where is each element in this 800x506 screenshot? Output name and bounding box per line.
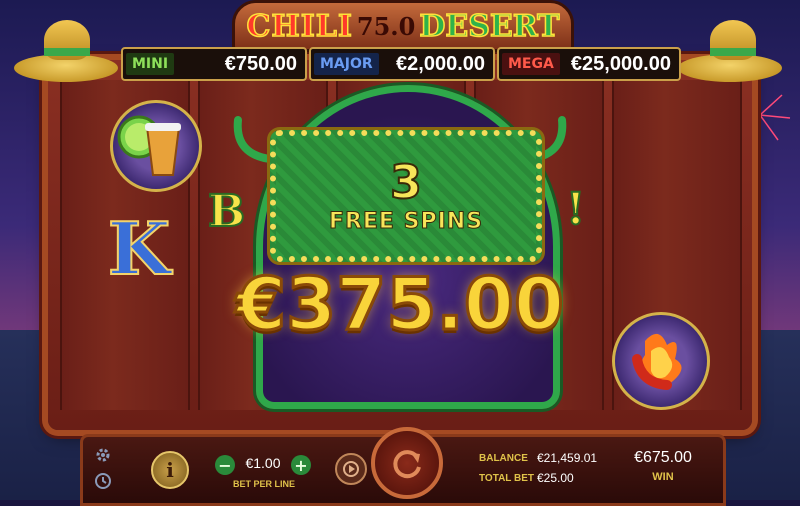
- win-label: WIN: [652, 471, 674, 483]
- history-clock-icon[interactable]: [93, 471, 113, 491]
- game-title-logo: CHILI 75.0 DESERT: [232, 0, 574, 52]
- settings-gear-icon[interactable]: [93, 445, 113, 465]
- flaming-chili-symbol-icon: [612, 312, 710, 410]
- title-middle: 75.0: [356, 11, 416, 41]
- spin-arrow-icon: [393, 450, 421, 479]
- free-spins-label: FREE SPINS: [328, 208, 484, 234]
- spin-button[interactable]: [371, 427, 443, 499]
- margarita-symbol-icon: [110, 100, 202, 192]
- jackpot-mega: MEGA €25,000.00: [497, 47, 681, 81]
- free-spins-banner: 3 FREE SPINS: [267, 127, 545, 265]
- title-desert: DESERT: [419, 8, 561, 45]
- bet-per-line-value: €1.00: [245, 455, 281, 471]
- jackpot-mega-value: €25,000.00: [570, 52, 671, 75]
- jackpot-mini-value: €750.00: [224, 52, 297, 75]
- win-value: €675.00: [634, 449, 692, 466]
- balance-value: €21,459.01: [537, 451, 598, 465]
- info-button[interactable]: i: [151, 451, 189, 489]
- jackpot-mega-label: MEGA: [502, 53, 560, 75]
- bet-per-line-label: BET PER LINE: [232, 479, 295, 489]
- total-bet-value: €25.00: [537, 471, 574, 485]
- bonus-letter-exclamation: !: [565, 183, 586, 236]
- big-win-amount: €375.00: [235, 261, 566, 348]
- bet-increase-button[interactable]: +: [291, 455, 311, 475]
- free-spins-count: 3: [389, 154, 423, 209]
- bet-decrease-button[interactable]: −: [215, 455, 235, 475]
- control-bar: i − €1.00 + BET PER LINE BALANCE €21,459…: [80, 427, 726, 506]
- jackpot-major: MAJOR €2,000.00: [309, 47, 495, 81]
- total-bet-label: TOTAL BET: [479, 473, 534, 484]
- autoplay-icon: [343, 461, 359, 477]
- autoplay-button[interactable]: [335, 453, 367, 485]
- sombrero-right-icon: [678, 14, 788, 84]
- balance-label: BALANCE: [479, 453, 528, 464]
- title-chili: CHILI: [246, 8, 353, 45]
- sombrero-left-icon: [14, 14, 124, 84]
- jackpot-major-value: €2,000.00: [396, 52, 485, 75]
- jackpot-mini: MINI €750.00: [121, 47, 307, 81]
- jackpot-major-label: MAJOR: [314, 53, 379, 75]
- k-symbol: K: [107, 205, 172, 292]
- bonus-letter-b: B: [207, 185, 246, 238]
- jackpot-mini-label: MINI: [126, 53, 175, 75]
